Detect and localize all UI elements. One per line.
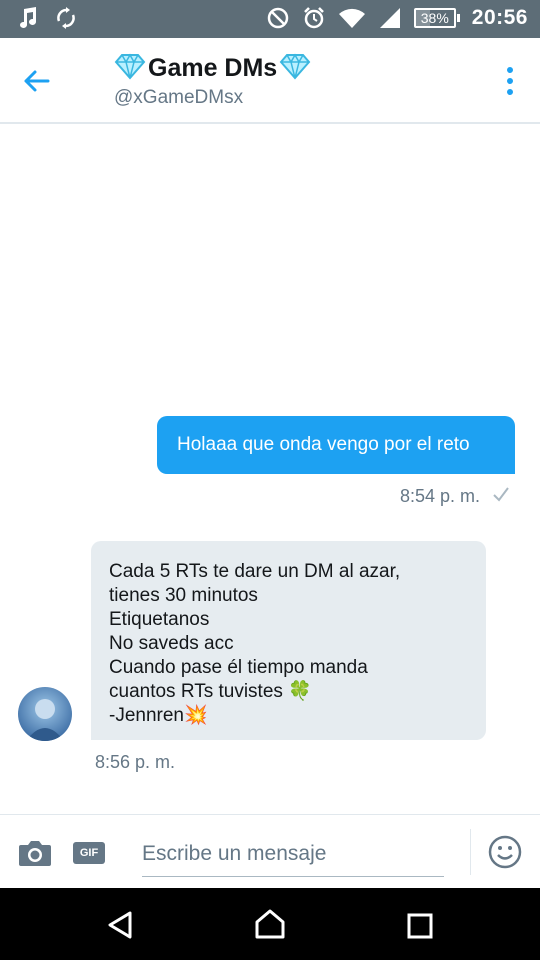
nav-back-icon[interactable] <box>106 910 134 945</box>
avatar[interactable] <box>18 687 72 741</box>
diamond-icon <box>279 52 311 85</box>
wifi-icon <box>338 6 366 30</box>
battery-percent: 38% <box>420 10 449 26</box>
cell-signal-icon <box>378 6 402 30</box>
conversation-title-block[interactable]: Game DMs @xGameDMsx <box>114 52 311 109</box>
alarm-icon <box>302 6 326 30</box>
conversation-title: Game DMs <box>148 54 278 82</box>
message-list[interactable]: Holaaa que onda vengo por el reto 8:54 p… <box>0 124 540 814</box>
nav-home-icon[interactable] <box>254 908 286 945</box>
camera-icon[interactable] <box>18 839 52 867</box>
conversation-header: Game DMs @xGameDMsx <box>0 38 540 124</box>
status-time: 20:56 <box>471 6 528 29</box>
conversation-handle: @xGameDMsx <box>114 87 244 108</box>
system-nav-bar <box>0 888 540 960</box>
music-note-icon <box>18 6 38 30</box>
message-input[interactable] <box>142 831 444 877</box>
incoming-message-line: Cuando pase él tiempo manda <box>109 657 368 678</box>
sync-icon <box>54 6 78 30</box>
outgoing-message-text: Holaaa que onda vengo por el reto <box>177 434 470 455</box>
more-vertical-icon[interactable] <box>506 66 514 96</box>
emoji-icon[interactable] <box>488 835 522 869</box>
do-not-disturb-icon <box>266 6 290 30</box>
incoming-message-time: 8:56 p. m. <box>95 752 176 772</box>
check-icon <box>492 486 510 507</box>
back-arrow-icon[interactable] <box>22 66 52 96</box>
incoming-message-line: Cada 5 RTs te dare un DM al azar, <box>109 561 401 582</box>
outgoing-message-time: 8:54 p. m. <box>399 486 480 506</box>
message-composer: GIF <box>0 814 540 888</box>
incoming-message-line: Etiquetanos <box>109 609 210 630</box>
diamond-icon <box>114 52 146 85</box>
nav-recents-icon[interactable] <box>406 912 434 945</box>
status-bar: 38% 20:56 <box>0 0 540 38</box>
outgoing-message-bubble[interactable]: Holaaa que onda vengo por el reto <box>157 416 515 474</box>
gif-button[interactable]: GIF <box>73 842 105 864</box>
outgoing-message-meta: 8:54 p. m. <box>400 486 510 507</box>
incoming-message-line: tienes 30 minutos <box>109 585 258 606</box>
incoming-message-bubble[interactable]: Cada 5 RTs te dare un DM al azar, tienes… <box>91 541 486 740</box>
incoming-message-line: -Jennren💥 <box>109 705 208 726</box>
composer-divider <box>470 829 471 875</box>
battery-icon: 38% <box>413 8 460 28</box>
incoming-message-line: cuantos RTs tuvistes 🍀 <box>109 681 312 702</box>
incoming-message-line: No saveds acc <box>109 633 234 654</box>
